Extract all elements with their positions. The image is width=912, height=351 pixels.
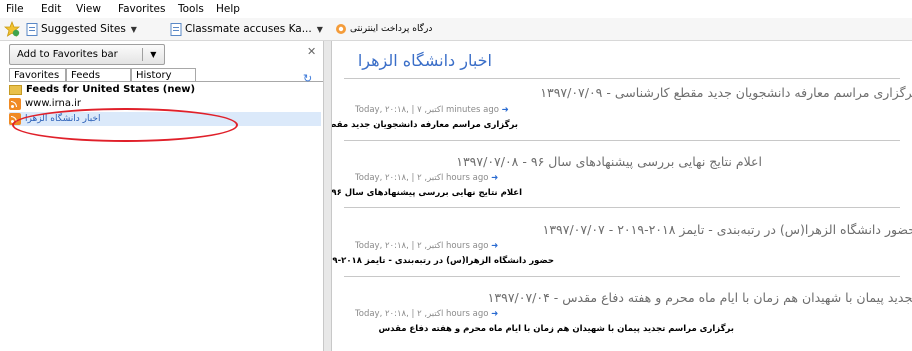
menu-bar: File Edit View Favorites Tools Help (0, 0, 912, 18)
tab-history[interactable]: History (131, 68, 196, 81)
feed-item-title[interactable]: حضور دانشگاه الزهرا(س) در رتبه‌بندی - تا… (543, 222, 912, 237)
highlight-circle (12, 108, 238, 142)
feed-item-date: Today, ۲۰:۱۸, | اکتبر, ۷ minutes ago (355, 105, 499, 115)
feed-item-title[interactable]: تجدید پیمان با شهیدان هم زمان با ایام ما… (488, 290, 912, 305)
add-to-favorites-bar-label: Add to Favorites bar (17, 49, 118, 60)
tree-folder-label: Feeds for United States (new) (26, 84, 196, 95)
page-icon (26, 22, 38, 36)
feed-divider (344, 140, 900, 141)
arrow-right-icon[interactable]: ➜ (491, 173, 498, 183)
tree-feed-irna[interactable]: www.irna.ir (9, 97, 81, 110)
chevron-down-icon[interactable]: ▼ (131, 25, 137, 34)
feed-item-meta: Today, ۲۰:۱۸, | اکتبر, ۲ hours ago ➜ (355, 173, 498, 183)
tab-favorites-label: Favorites (14, 70, 60, 81)
chevron-down-icon[interactable]: ▼ (317, 25, 323, 34)
classmate-link[interactable]: Classmate accuses Ka... ▼ (170, 21, 323, 37)
arrow-right-icon[interactable]: ➜ (502, 105, 509, 115)
folder-icon (9, 84, 22, 95)
menu-edit[interactable]: Edit (41, 3, 61, 15)
tree-folder-feeds-us[interactable]: Feeds for United States (new) (9, 83, 195, 96)
chevron-down-icon[interactable]: ▼ (143, 50, 164, 59)
feed-title[interactable]: اخبار دانشگاه الزهرا (358, 51, 492, 70)
rss-icon (9, 97, 21, 110)
feed-item-meta: Today, ۲۰:۱۸, | اکتبر, ۲ hours ago ➜ (355, 241, 498, 251)
feed-item-description: برگزاری مراسم معارفه دانشجویان جدید مقطع… (332, 120, 518, 130)
feed-item-description: برگزاری مراسم تجدید پیمان با شهیدان هم ز… (378, 324, 734, 334)
feed-item-description: اعلام نتایج نهایی بررسی پیشنهادهای سال ۹… (332, 188, 522, 198)
tab-favorites[interactable]: Favorites (9, 68, 66, 81)
feed-divider (344, 78, 900, 79)
payment-gateway-label: درگاه پرداخت اینترنتی (350, 24, 433, 34)
favorites-star-icon[interactable] (4, 21, 20, 37)
feed-item-title[interactable]: اعلام نتایج نهایی بررسی پیشنهادهای سال ۹… (456, 154, 762, 169)
feed-item-description: حضور دانشگاه الزهرا(س) در رتبه‌بندی - تا… (332, 256, 554, 266)
page-icon (170, 22, 182, 36)
feed-item-meta: Today, ۲۰:۱۸, | اکتبر, ۲ hours ago ➜ (355, 309, 498, 319)
tab-feeds-label: Feeds (71, 70, 101, 81)
refresh-icon[interactable]: ↻ (303, 72, 312, 85)
close-icon[interactable]: ✕ (307, 45, 316, 58)
feed-item-date: Today, ۲۰:۱۸, | اکتبر, ۲ hours ago (355, 309, 489, 319)
feed-divider (344, 207, 900, 208)
menu-file[interactable]: File (6, 3, 24, 15)
menu-help[interactable]: Help (216, 3, 240, 15)
arrow-right-icon[interactable]: ➜ (491, 241, 498, 251)
feed-divider (344, 276, 900, 277)
pane-splitter[interactable] (323, 41, 332, 351)
feed-item-title[interactable]: برگزاری مراسم معارفه دانشجویان جدید مقطع… (540, 85, 912, 100)
tree-feed-label: www.irna.ir (25, 98, 82, 109)
menu-tools[interactable]: Tools (178, 3, 204, 15)
suggested-sites-label: Suggested Sites (41, 23, 126, 35)
site-icon (336, 24, 346, 34)
classmate-label: Classmate accuses Ka... (185, 23, 312, 35)
tab-feeds[interactable]: Feeds (66, 68, 131, 82)
add-to-favorites-bar-button[interactable]: Add to Favorites bar ▼ (9, 44, 165, 65)
favorites-bar: Suggested Sites ▼ Classmate accuses Ka..… (0, 18, 912, 41)
feed-item-date: Today, ۲۰:۱۸, | اکتبر, ۲ hours ago (355, 173, 489, 183)
favorites-center: Add to Favorites bar ▼ ✕ Favorites Feeds… (0, 41, 323, 351)
tab-divider (9, 81, 323, 82)
menu-view[interactable]: View (76, 3, 101, 15)
payment-gateway-link[interactable]: درگاه پرداخت اینترنتی (335, 21, 432, 37)
feed-view: اخبار دانشگاه الزهرا برگزاری مراسم معارف… (332, 41, 912, 351)
arrow-right-icon[interactable]: ➜ (491, 309, 498, 319)
tab-history-label: History (136, 70, 172, 81)
suggested-sites-link[interactable]: Suggested Sites ▼ (26, 21, 137, 37)
feed-item-date: Today, ۲۰:۱۸, | اکتبر, ۲ hours ago (355, 241, 489, 251)
menu-favorites[interactable]: Favorites (118, 3, 165, 15)
feed-item-meta: Today, ۲۰:۱۸, | اکتبر, ۷ minutes ago ➜ (355, 105, 509, 115)
